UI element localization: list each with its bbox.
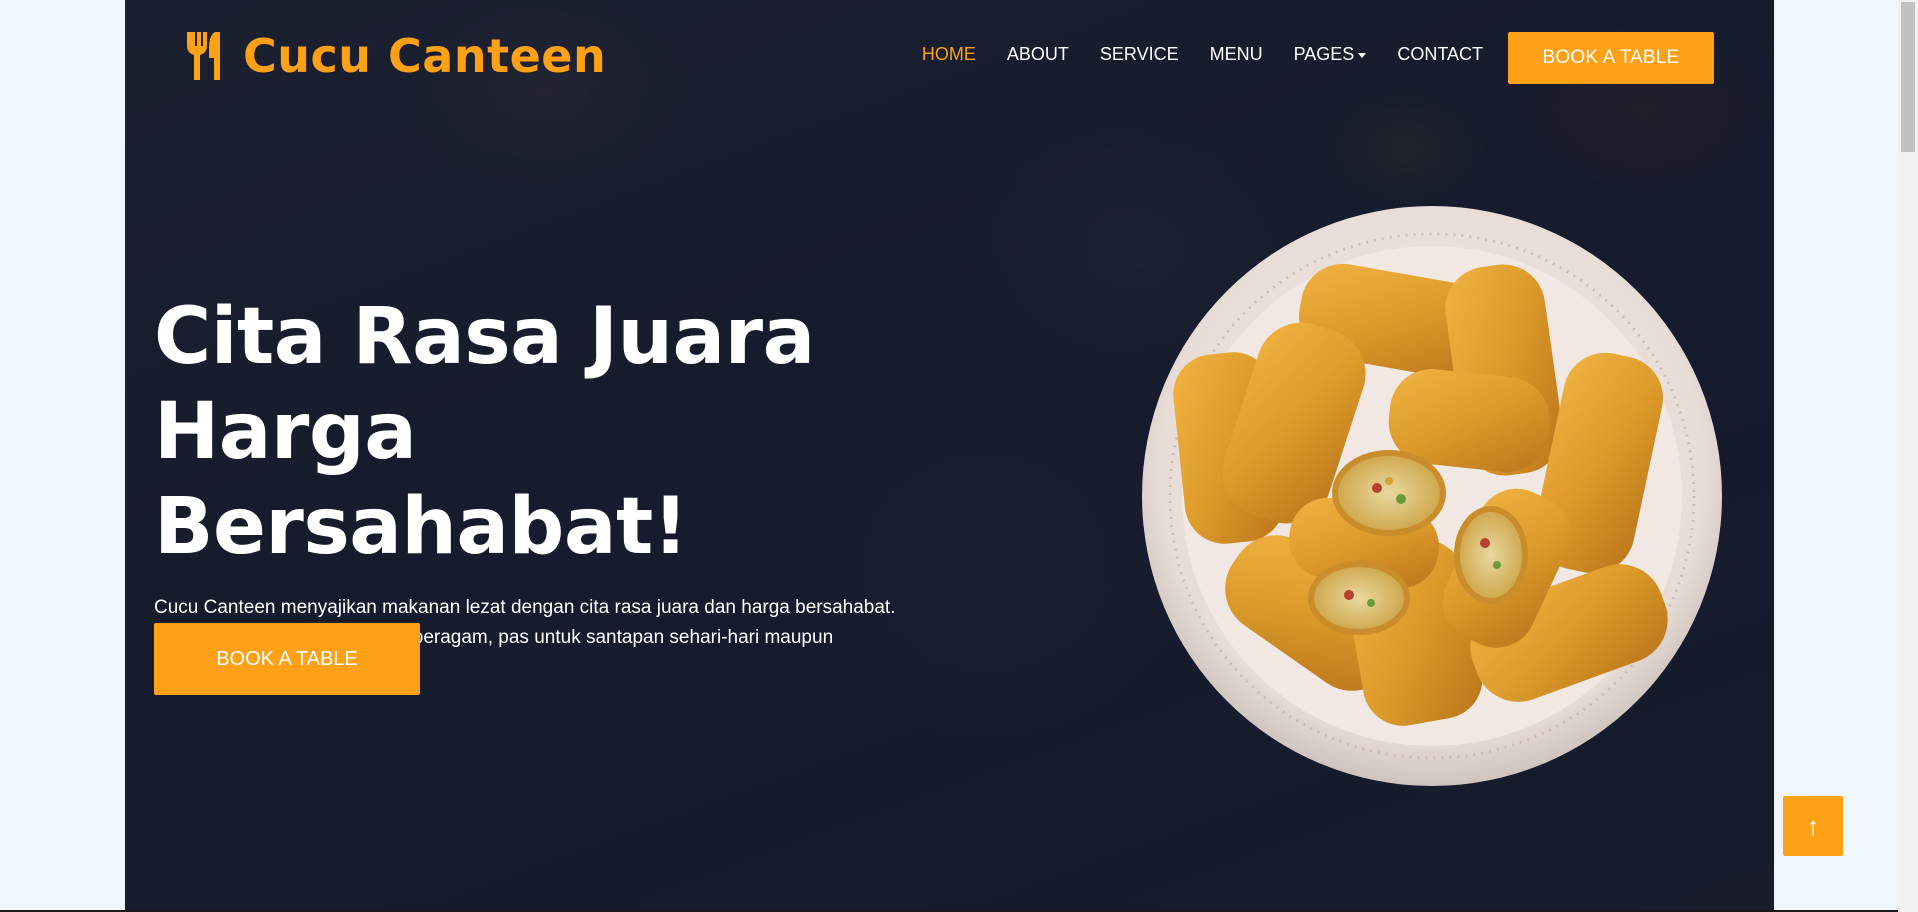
headline-line-1: Cita Rasa Juara: [154, 292, 815, 382]
navbar: Cucu Canteen HOME ABOUT SERVICE MENU PAG…: [125, 0, 1774, 115]
page-viewport: Cucu Canteen HOME ABOUT SERVICE MENU PAG…: [0, 0, 1898, 912]
back-to-top-button[interactable]: ↑: [1783, 796, 1843, 856]
utensils-icon: [187, 32, 220, 80]
hero-food-image: [1142, 206, 1722, 786]
nav-item-label: CONTACT: [1397, 44, 1483, 64]
arrow-up-icon: ↑: [1806, 810, 1820, 841]
hero-section: Cucu Canteen HOME ABOUT SERVICE MENU PAG…: [125, 0, 1774, 912]
nav-item-home[interactable]: HOME: [922, 44, 976, 65]
nav-item-label: MENU: [1209, 44, 1263, 64]
nav-item-label: HOME: [921, 44, 976, 64]
headline-line-2: Harga Bersahabat!: [154, 387, 688, 572]
nav-item-contact[interactable]: CONTACT: [1397, 44, 1483, 65]
hero-headline: Cita Rasa Juara Harga Bersahabat!: [154, 290, 954, 575]
scrollbar-thumb[interactable]: [1901, 2, 1915, 152]
hero-book-table-button[interactable]: BOOK A TABLE: [154, 623, 420, 695]
caret-down-icon: [1358, 53, 1367, 58]
nav-item-pages-dropdown[interactable]: PAGES: [1294, 44, 1367, 65]
nav-item-label: SERVICE: [1099, 44, 1179, 64]
nav-item-label: PAGES: [1293, 44, 1355, 64]
nav-item-service[interactable]: SERVICE: [1100, 44, 1179, 65]
brand-name: Cucu Canteen: [243, 29, 607, 83]
nav-item-menu[interactable]: MENU: [1210, 44, 1263, 65]
nav-book-table-button[interactable]: BOOK A TABLE: [1508, 32, 1714, 84]
nav-item-label: ABOUT: [1006, 44, 1069, 64]
brand-logo[interactable]: Cucu Canteen: [183, 28, 606, 84]
nav-item-about[interactable]: ABOUT: [1007, 44, 1069, 65]
vertical-scrollbar[interactable]: [1898, 0, 1918, 912]
main-menu: HOME ABOUT SERVICE MENU PAGES CONTACT: [922, 44, 1483, 65]
